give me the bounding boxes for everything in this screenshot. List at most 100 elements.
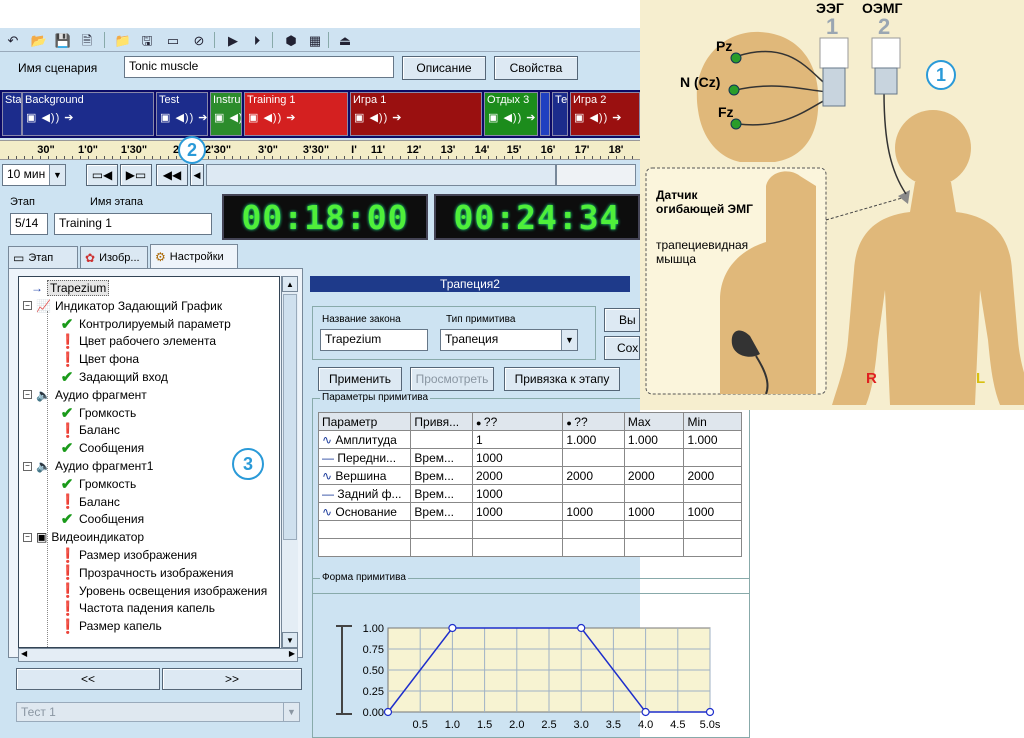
params-value-cell[interactable]: 1 (471, 430, 564, 449)
timeline-segment[interactable]: Training 1 ▣ ◀)) ➔ (244, 92, 348, 136)
params-value-cell[interactable] (623, 484, 685, 503)
timeline-segment[interactable] (540, 92, 550, 136)
primitive-type-select[interactable]: Трапеция ▼ (440, 329, 578, 351)
bind-to-stage-button[interactable]: Привязка к этапу (504, 367, 620, 391)
law-name-input[interactable]: Trapezium (320, 329, 428, 351)
delete-stage-icon[interactable]: ⊘ (190, 31, 208, 49)
save-copy-icon[interactable]: 🖫 (138, 31, 156, 49)
timeline-segment[interactable]: Игра 2 ▣ ◀)) ➔ (570, 92, 640, 136)
play-from-icon[interactable]: ⏵ (248, 31, 266, 49)
params-value-cell[interactable] (683, 448, 742, 467)
params-value-cell[interactable] (562, 448, 625, 467)
chevron-down-icon[interactable]: ▼ (49, 165, 65, 185)
description-button[interactable]: Описание (402, 56, 486, 80)
new-stage-icon[interactable]: ▭ (164, 31, 182, 49)
open-icon[interactable]: 📂 (30, 31, 48, 49)
params-name-cell[interactable]: ∿ Основание (317, 502, 412, 521)
params-value-cell[interactable]: 1000 (471, 448, 564, 467)
tree-item[interactable]: ❗ Прозрачность изображения (59, 564, 234, 582)
params-value-cell[interactable] (623, 448, 685, 467)
tree-item[interactable]: − ▣ Видеоиндикатор (23, 528, 144, 546)
exit-icon[interactable]: ⏏ (336, 31, 354, 49)
zoom-left-button[interactable]: ▭◀ (86, 164, 118, 186)
scroll-left-button[interactable]: ◀ (190, 164, 204, 186)
tree-item[interactable]: ✔ Сообщения (59, 439, 144, 457)
tree-item[interactable]: ❗ Цвет рабочего элемента (59, 332, 216, 350)
stage-name-input[interactable]: Training 1 (54, 213, 212, 235)
save-button[interactable]: Сох (604, 336, 640, 360)
save-icon[interactable]: 💾 (54, 31, 72, 49)
apply-button[interactable]: Применить (318, 367, 402, 391)
select-button[interactable]: Вы (604, 308, 640, 332)
timeline-segment[interactable]: Sta (2, 92, 22, 136)
params-value-cell[interactable]: Врем... (410, 466, 473, 485)
params-value-cell[interactable]: 1000 (623, 502, 685, 521)
timeline-segment[interactable]: Те (552, 92, 568, 136)
properties-button[interactable]: Свойства (494, 56, 578, 80)
time-scale-select[interactable]: 10 мин ▼ (2, 164, 66, 186)
params-value-cell[interactable]: Врем... (410, 484, 473, 503)
zoom-fit-button[interactable]: ◀◀ (156, 164, 188, 186)
tree-scrollbar[interactable]: ▲ ▼ (281, 276, 298, 648)
chevron-down-icon[interactable]: ▼ (561, 330, 577, 350)
params-value-cell[interactable]: 2000 (683, 466, 742, 485)
params-value-cell[interactable] (410, 430, 473, 449)
params-value-cell[interactable]: 1000 (471, 502, 564, 521)
tree-item[interactable]: ❗ Цвет фона (59, 350, 139, 368)
scroll-right-icon[interactable]: ▶ (289, 649, 295, 658)
params-header-cell[interactable]: Max (623, 412, 685, 431)
tree-item[interactable]: ✔ Громкость (59, 404, 137, 422)
tab-image[interactable]: ✿ Изобр... (80, 246, 148, 268)
params-value-cell[interactable]: 1000 (683, 502, 742, 521)
params-table[interactable]: Параметр Привя... ● ?? ● ?? Max Min ∿ Амплитуд… (317, 412, 742, 557)
params-header-cell[interactable]: Параметр (317, 412, 412, 431)
tree-item[interactable]: − 🔈 Аудио фрагмент (23, 386, 147, 404)
table-row[interactable]: ∿ Основание Врем... 1000 1000 1000 1000 (317, 502, 742, 521)
params-value-cell[interactable]: 1.000 (683, 430, 742, 449)
params-value-cell[interactable]: Врем... (410, 448, 473, 467)
tree-item[interactable]: ❗ Баланс (59, 493, 120, 511)
play-stage-icon[interactable]: ▶ (224, 31, 242, 49)
params-name-cell[interactable]: — Передни... (317, 448, 412, 467)
table-row[interactable]: ∿ Вершина Врем... 2000 2000 2000 2000 (317, 466, 742, 485)
tree-item[interactable]: − 🔈 Аудио фрагмент1 (23, 457, 153, 475)
grid-icon[interactable]: ▦ (306, 31, 324, 49)
expand-collapse-icon[interactable]: − (23, 390, 32, 400)
scenario-name-input[interactable]: Tonic muscle (124, 56, 394, 78)
params-value-cell[interactable] (562, 484, 625, 503)
tree-item[interactable]: ❗ Размер изображения (59, 546, 197, 564)
tree-item[interactable]: ❗ Уровень освещения изображения (59, 582, 267, 600)
save-as-icon[interactable]: 🗎 (78, 31, 96, 49)
timeline-scrollbar[interactable] (206, 164, 556, 186)
undo-icon[interactable]: ↶ (4, 31, 22, 49)
prev-button[interactable]: << (16, 668, 160, 690)
scroll-down-icon[interactable]: ▼ (282, 632, 298, 648)
expand-collapse-icon[interactable]: − (23, 461, 32, 471)
params-name-cell[interactable]: — Задний ф... (317, 484, 412, 503)
tree-item[interactable]: ✔ Задающий вход (59, 368, 168, 386)
table-row[interactable]: ∿ Амплитуда 1 1.000 1.000 1.000 (317, 430, 742, 449)
timeline-segment[interactable]: Игра 1 ▣ ◀)) ➔ (350, 92, 482, 136)
tree-hscrollbar[interactable]: ◀ ▶ (18, 648, 298, 662)
params-header-cell[interactable]: ● ?? (471, 412, 564, 431)
tree-scroll-thumb[interactable] (283, 294, 297, 540)
params-name-cell[interactable]: ∿ Амплитуда (317, 430, 412, 449)
tab-stage[interactable]: ▭ Этап (8, 246, 78, 268)
params-value-cell[interactable]: 2000 (623, 466, 685, 485)
table-row[interactable]: — Задний ф... Врем... 1000 (317, 484, 742, 503)
params-value-cell[interactable]: 1.000 (562, 430, 625, 449)
tree-item[interactable]: − 📈 Индикатор Задающий График (23, 297, 222, 315)
tree-item[interactable]: ✔ Громкость (59, 475, 137, 493)
next-button[interactable]: >> (162, 668, 302, 690)
tree-item[interactable]: ❗ Баланс (59, 421, 120, 439)
params-value-cell[interactable]: 1000 (562, 502, 625, 521)
zoom-right-button[interactable]: ▶▭ (120, 164, 152, 186)
tree-item[interactable]: ✔ Сообщения (59, 510, 144, 528)
tree-item[interactable]: ✔ Контролируемый параметр (59, 315, 231, 333)
tree-item[interactable]: ❗ Частота падения капель (59, 599, 215, 617)
cube-icon[interactable]: ⬢ (282, 31, 300, 49)
params-header-cell[interactable]: ● ?? (562, 412, 625, 431)
params-header-cell[interactable]: Привя... (410, 412, 473, 431)
open-folder-add-icon[interactable]: 📁 (114, 31, 132, 49)
scroll-left-icon[interactable]: ◀ (21, 649, 27, 658)
